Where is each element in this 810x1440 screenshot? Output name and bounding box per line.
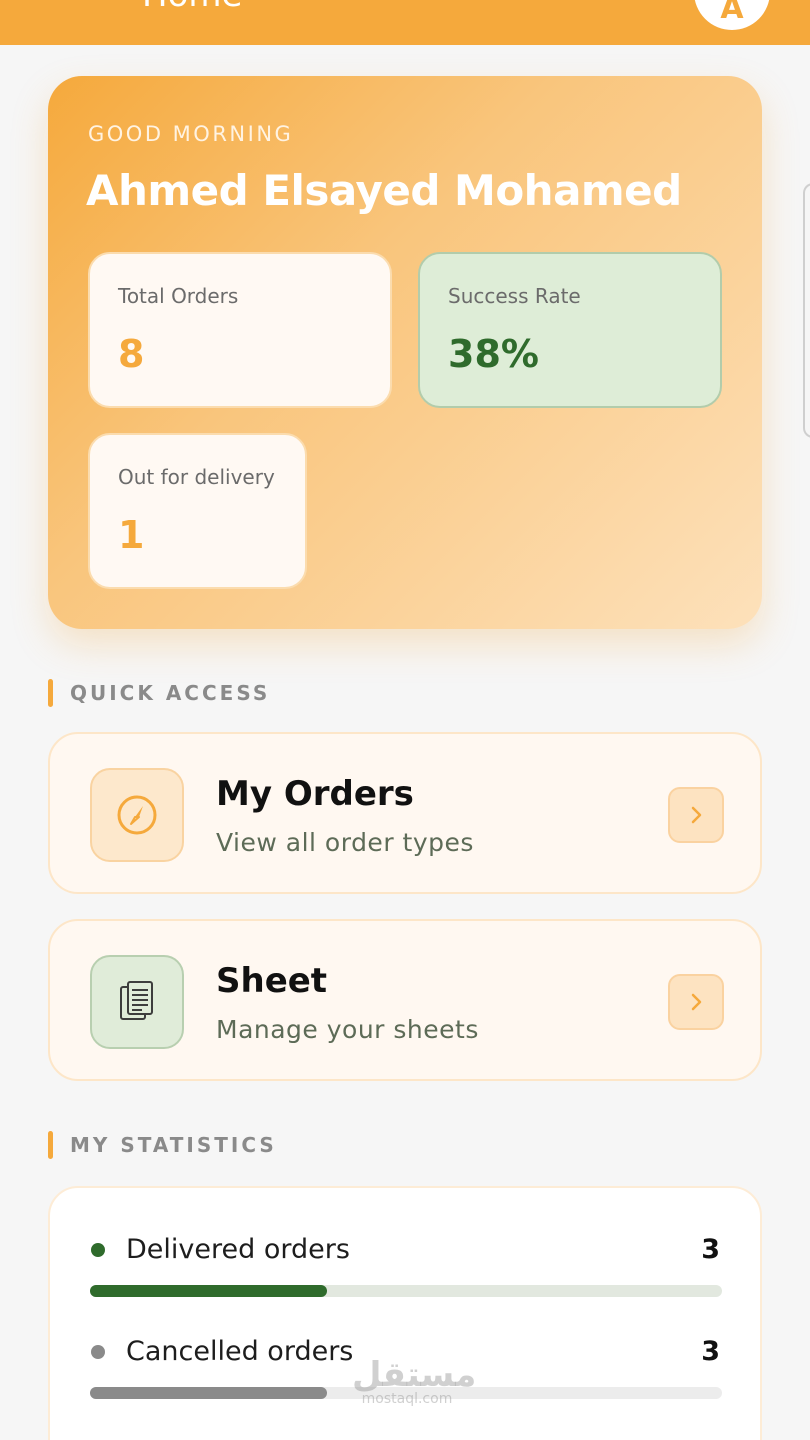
out-for-delivery-label: Out for delivery [118, 465, 275, 489]
out-for-delivery-value: 1 [118, 513, 145, 557]
delivered-progress-track [90, 1285, 722, 1297]
total-orders-value: 8 [118, 332, 145, 376]
document-icon [90, 955, 184, 1049]
page-title: Home [142, 0, 242, 12]
cancelled-status-dot [91, 1345, 105, 1359]
sheet-card[interactable]: Sheet Manage your sheets [48, 919, 762, 1081]
quick-access-heading: QUICK ACCESS [48, 679, 270, 707]
watermark: مستقل mostaql.com [352, 1355, 477, 1407]
delivered-orders-label: Delivered orders [126, 1234, 350, 1265]
chevron-right-icon[interactable] [668, 974, 724, 1030]
section-accent-bar [48, 679, 53, 707]
cancelled-orders-label: Cancelled orders [126, 1336, 354, 1367]
menu-icon[interactable] [36, 0, 74, 4]
success-rate-value: 38% [448, 332, 539, 376]
chevron-right-icon[interactable] [668, 787, 724, 843]
success-rate-label: Success Rate [448, 284, 581, 308]
my-orders-subtitle: View all order types [216, 828, 474, 857]
my-orders-card[interactable]: My Orders View all order types [48, 732, 762, 894]
side-drawer-handle[interactable] [803, 183, 810, 438]
statistics-heading: MY STATISTICS [48, 1131, 277, 1159]
out-for-delivery-stat: Out for delivery 1 [88, 433, 307, 589]
sheet-subtitle: Manage your sheets [216, 1015, 479, 1044]
watermark-url: mostaql.com [361, 1391, 453, 1407]
greeting-card: GOOD MORNING Ahmed Elsayed Mohamed Total… [48, 76, 762, 629]
avatar[interactable]: A [694, 0, 770, 30]
total-orders-stat: Total Orders 8 [88, 252, 392, 408]
section-accent-bar [48, 1131, 53, 1159]
statistics-title: MY STATISTICS [70, 1133, 277, 1157]
cancelled-progress-fill [90, 1387, 327, 1399]
success-rate-stat: Success Rate 38% [418, 252, 722, 408]
watermark-logo-text: مستقل [352, 1355, 477, 1395]
user-name: Ahmed Elsayed Mohamed [86, 166, 682, 215]
quick-access-title: QUICK ACCESS [70, 681, 271, 705]
compass-icon [90, 768, 184, 862]
total-orders-label: Total Orders [118, 284, 239, 308]
delivered-progress-fill [90, 1285, 327, 1297]
app-bar: Home A [0, 0, 810, 45]
delivered-status-dot [91, 1243, 105, 1257]
sheet-title: Sheet [216, 961, 328, 1001]
my-orders-title: My Orders [216, 774, 414, 814]
delivered-orders-value: 3 [701, 1234, 720, 1265]
cancelled-orders-value: 3 [701, 1336, 720, 1367]
greeting-label: GOOD MORNING [88, 122, 294, 146]
